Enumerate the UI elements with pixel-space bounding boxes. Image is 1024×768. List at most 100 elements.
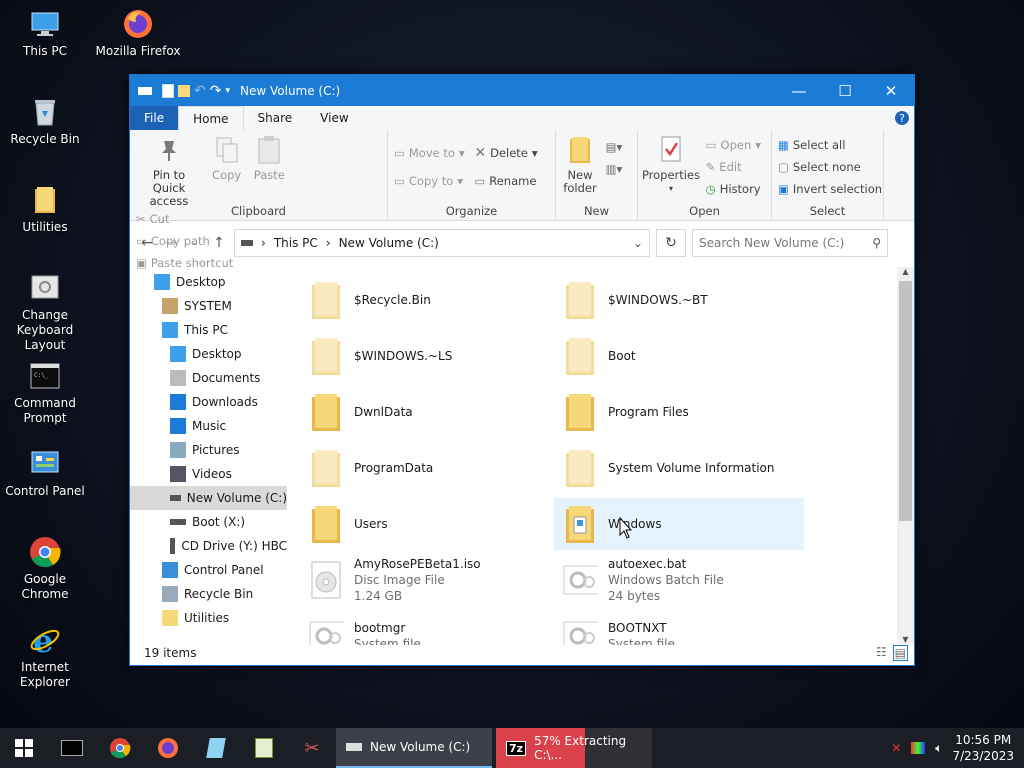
redo-icon[interactable]: ↷: [210, 83, 222, 99]
desktop-icon-command-prompt[interactable]: C:\_ Command Prompt: [0, 360, 90, 426]
taskbar-explorer-window[interactable]: New Volume (C:): [336, 728, 492, 768]
paste-icon: [253, 134, 285, 166]
clock[interactable]: 10:56 PM 7/23/2023: [952, 732, 1014, 764]
new-folder-button[interactable]: New folder: [562, 134, 598, 195]
breadcrumb-current[interactable]: New Volume (C:): [339, 236, 439, 250]
taskbar-notepad[interactable]: [192, 728, 240, 768]
nav-item[interactable]: Videos: [130, 462, 287, 486]
copy-path-button[interactable]: ▭ Copy path: [136, 230, 233, 252]
desktop-icon-this-pc[interactable]: This PC: [0, 8, 90, 59]
file-item[interactable]: autoexec.bat Windows Batch File 24 bytes: [554, 554, 804, 606]
start-button[interactable]: [0, 728, 48, 768]
nav-item[interactable]: Desktop: [130, 342, 287, 366]
ribbon: Pin to Quick access Copy Paste ✂ Cut ▭ Cop…: [130, 130, 914, 270]
copy-button[interactable]: Copy: [210, 134, 244, 182]
maximize-button[interactable]: ☐: [822, 75, 868, 106]
rename-button[interactable]: ▭ Rename: [474, 170, 537, 192]
title-bar[interactable]: ↶ ↷ ▾ New Volume (C:) — ☐ ✕: [130, 75, 914, 106]
taskbar-7zip-window[interactable]: 7z 57% Extracting C:\...: [496, 728, 652, 768]
paste-button[interactable]: Paste: [251, 134, 287, 182]
nav-item[interactable]: Control Panel: [130, 558, 287, 582]
history-button[interactable]: ◷ History: [706, 178, 761, 200]
desktop-icon-internet-explorer[interactable]: e Internet Explorer: [0, 624, 90, 690]
file-item[interactable]: Windows: [554, 498, 804, 550]
select-none-button[interactable]: ▢ Select none: [778, 156, 877, 178]
tab-share[interactable]: Share: [243, 106, 307, 130]
scroll-up-arrow[interactable]: ▲: [897, 267, 914, 276]
desktop-icon-utilities[interactable]: Utilities: [0, 184, 90, 235]
address-bar[interactable]: › This PC › New Volume (C:) ⌄: [234, 229, 650, 257]
close-button[interactable]: ✕: [868, 75, 914, 106]
desktop-icon-recycle-bin[interactable]: Recycle Bin: [0, 96, 90, 147]
nav-item[interactable]: Boot (X:): [130, 510, 287, 534]
file-item[interactable]: BOOTNXT System file: [554, 610, 804, 645]
file-item[interactable]: System Volume Information: [554, 442, 804, 494]
tab-file[interactable]: File: [130, 106, 179, 130]
nav-item[interactable]: Recycle Bin: [130, 582, 287, 606]
easy-access-button[interactable]: ▥▾: [606, 158, 623, 180]
invert-selection-button[interactable]: ▣ Invert selection: [778, 178, 882, 200]
properties-icon[interactable]: [162, 83, 174, 98]
copy-to-button[interactable]: ▭ Copy to ▾: [394, 170, 465, 192]
refresh-button[interactable]: ↻: [656, 229, 686, 257]
nav-item[interactable]: New Volume (C:): [130, 486, 287, 510]
tab-home[interactable]: Home: [178, 106, 244, 130]
file-item[interactable]: AmyRosePEBeta1.iso Disc Image File 1.24 GB: [300, 554, 550, 606]
tiles-view-icon[interactable]: ▤: [892, 645, 908, 661]
recycle-bin-icon: [29, 96, 61, 128]
tab-view[interactable]: View: [306, 106, 363, 130]
nav-item[interactable]: CD Drive (Y:) HBC: [130, 534, 287, 558]
search-input[interactable]: Search New Volume (C:) ⚲: [692, 229, 888, 257]
open-button[interactable]: ▭ Open ▾: [706, 134, 761, 156]
network-icon[interactable]: ✕: [891, 741, 901, 755]
select-all-button[interactable]: ▦ Select all: [778, 134, 877, 156]
address-dropdown-icon[interactable]: ⌄: [633, 236, 643, 250]
nav-item[interactable]: Downloads: [130, 390, 287, 414]
new-folder-icon[interactable]: [178, 84, 190, 97]
file-item[interactable]: Boot: [554, 330, 804, 382]
taskbar-command-prompt[interactable]: [48, 728, 96, 768]
desktop-icon-change-keyboard-layout[interactable]: Change Keyboard Layout: [0, 272, 90, 353]
taskbar-snipping[interactable]: ✂: [288, 728, 336, 768]
nav-item[interactable]: This PC: [130, 318, 287, 342]
open-label: Open: [720, 138, 752, 152]
file-item[interactable]: $Recycle.Bin: [300, 274, 550, 326]
help-icon[interactable]: ?: [894, 110, 910, 126]
taskbar-chrome[interactable]: [96, 728, 144, 768]
nav-item[interactable]: SYSTEM: [130, 294, 287, 318]
file-item[interactable]: $WINDOWS.~BT: [554, 274, 804, 326]
file-item[interactable]: $WINDOWS.~LS: [300, 330, 550, 382]
file-item[interactable]: DwnlData: [300, 386, 550, 438]
move-to-button[interactable]: ▭ Move to ▾: [394, 142, 465, 164]
volume-muted-icon[interactable]: 🔈︎: [935, 741, 942, 756]
file-item[interactable]: Program Files: [554, 386, 804, 438]
details-view-icon[interactable]: ☷: [876, 645, 887, 661]
copy-icon: [211, 134, 243, 166]
file-item[interactable]: Users: [300, 498, 550, 550]
minimize-button[interactable]: —: [776, 75, 822, 106]
file-item[interactable]: bootmgr System file: [300, 610, 550, 645]
pin-quick-access-button[interactable]: Pin to Quick access: [136, 134, 202, 208]
taskbar-editor[interactable]: [240, 728, 288, 768]
desktop-icon-control-panel[interactable]: Control Panel: [0, 448, 90, 499]
taskbar-firefox[interactable]: [144, 728, 192, 768]
nav-item[interactable]: Desktop: [130, 270, 287, 294]
nav-item[interactable]: Documents: [130, 366, 287, 390]
properties-button[interactable]: Properties ▾: [642, 134, 700, 195]
desktop-icon-google-chrome[interactable]: Google Chrome: [0, 536, 90, 602]
desktop-icon-firefox[interactable]: Mozilla Firefox: [93, 8, 183, 59]
vertical-scrollbar[interactable]: ▲ ▼: [897, 267, 914, 644]
edit-button[interactable]: ✎ Edit: [706, 156, 761, 178]
display-icon[interactable]: [911, 742, 926, 754]
customize-qat-icon[interactable]: ▾: [225, 86, 230, 96]
copy-label: Copy: [212, 168, 242, 182]
new-item-button[interactable]: ▤▾: [606, 136, 623, 158]
nav-item[interactable]: Music: [130, 414, 287, 438]
breadcrumb-this-pc[interactable]: This PC: [274, 236, 318, 250]
scroll-thumb[interactable]: [899, 281, 912, 521]
delete-button[interactable]: ✕ Delete ▾: [474, 142, 537, 164]
nav-item[interactable]: Utilities: [130, 606, 287, 630]
nav-item[interactable]: Pictures: [130, 438, 287, 462]
file-item[interactable]: ProgramData: [300, 442, 550, 494]
undo-icon[interactable]: ↶: [194, 83, 206, 99]
